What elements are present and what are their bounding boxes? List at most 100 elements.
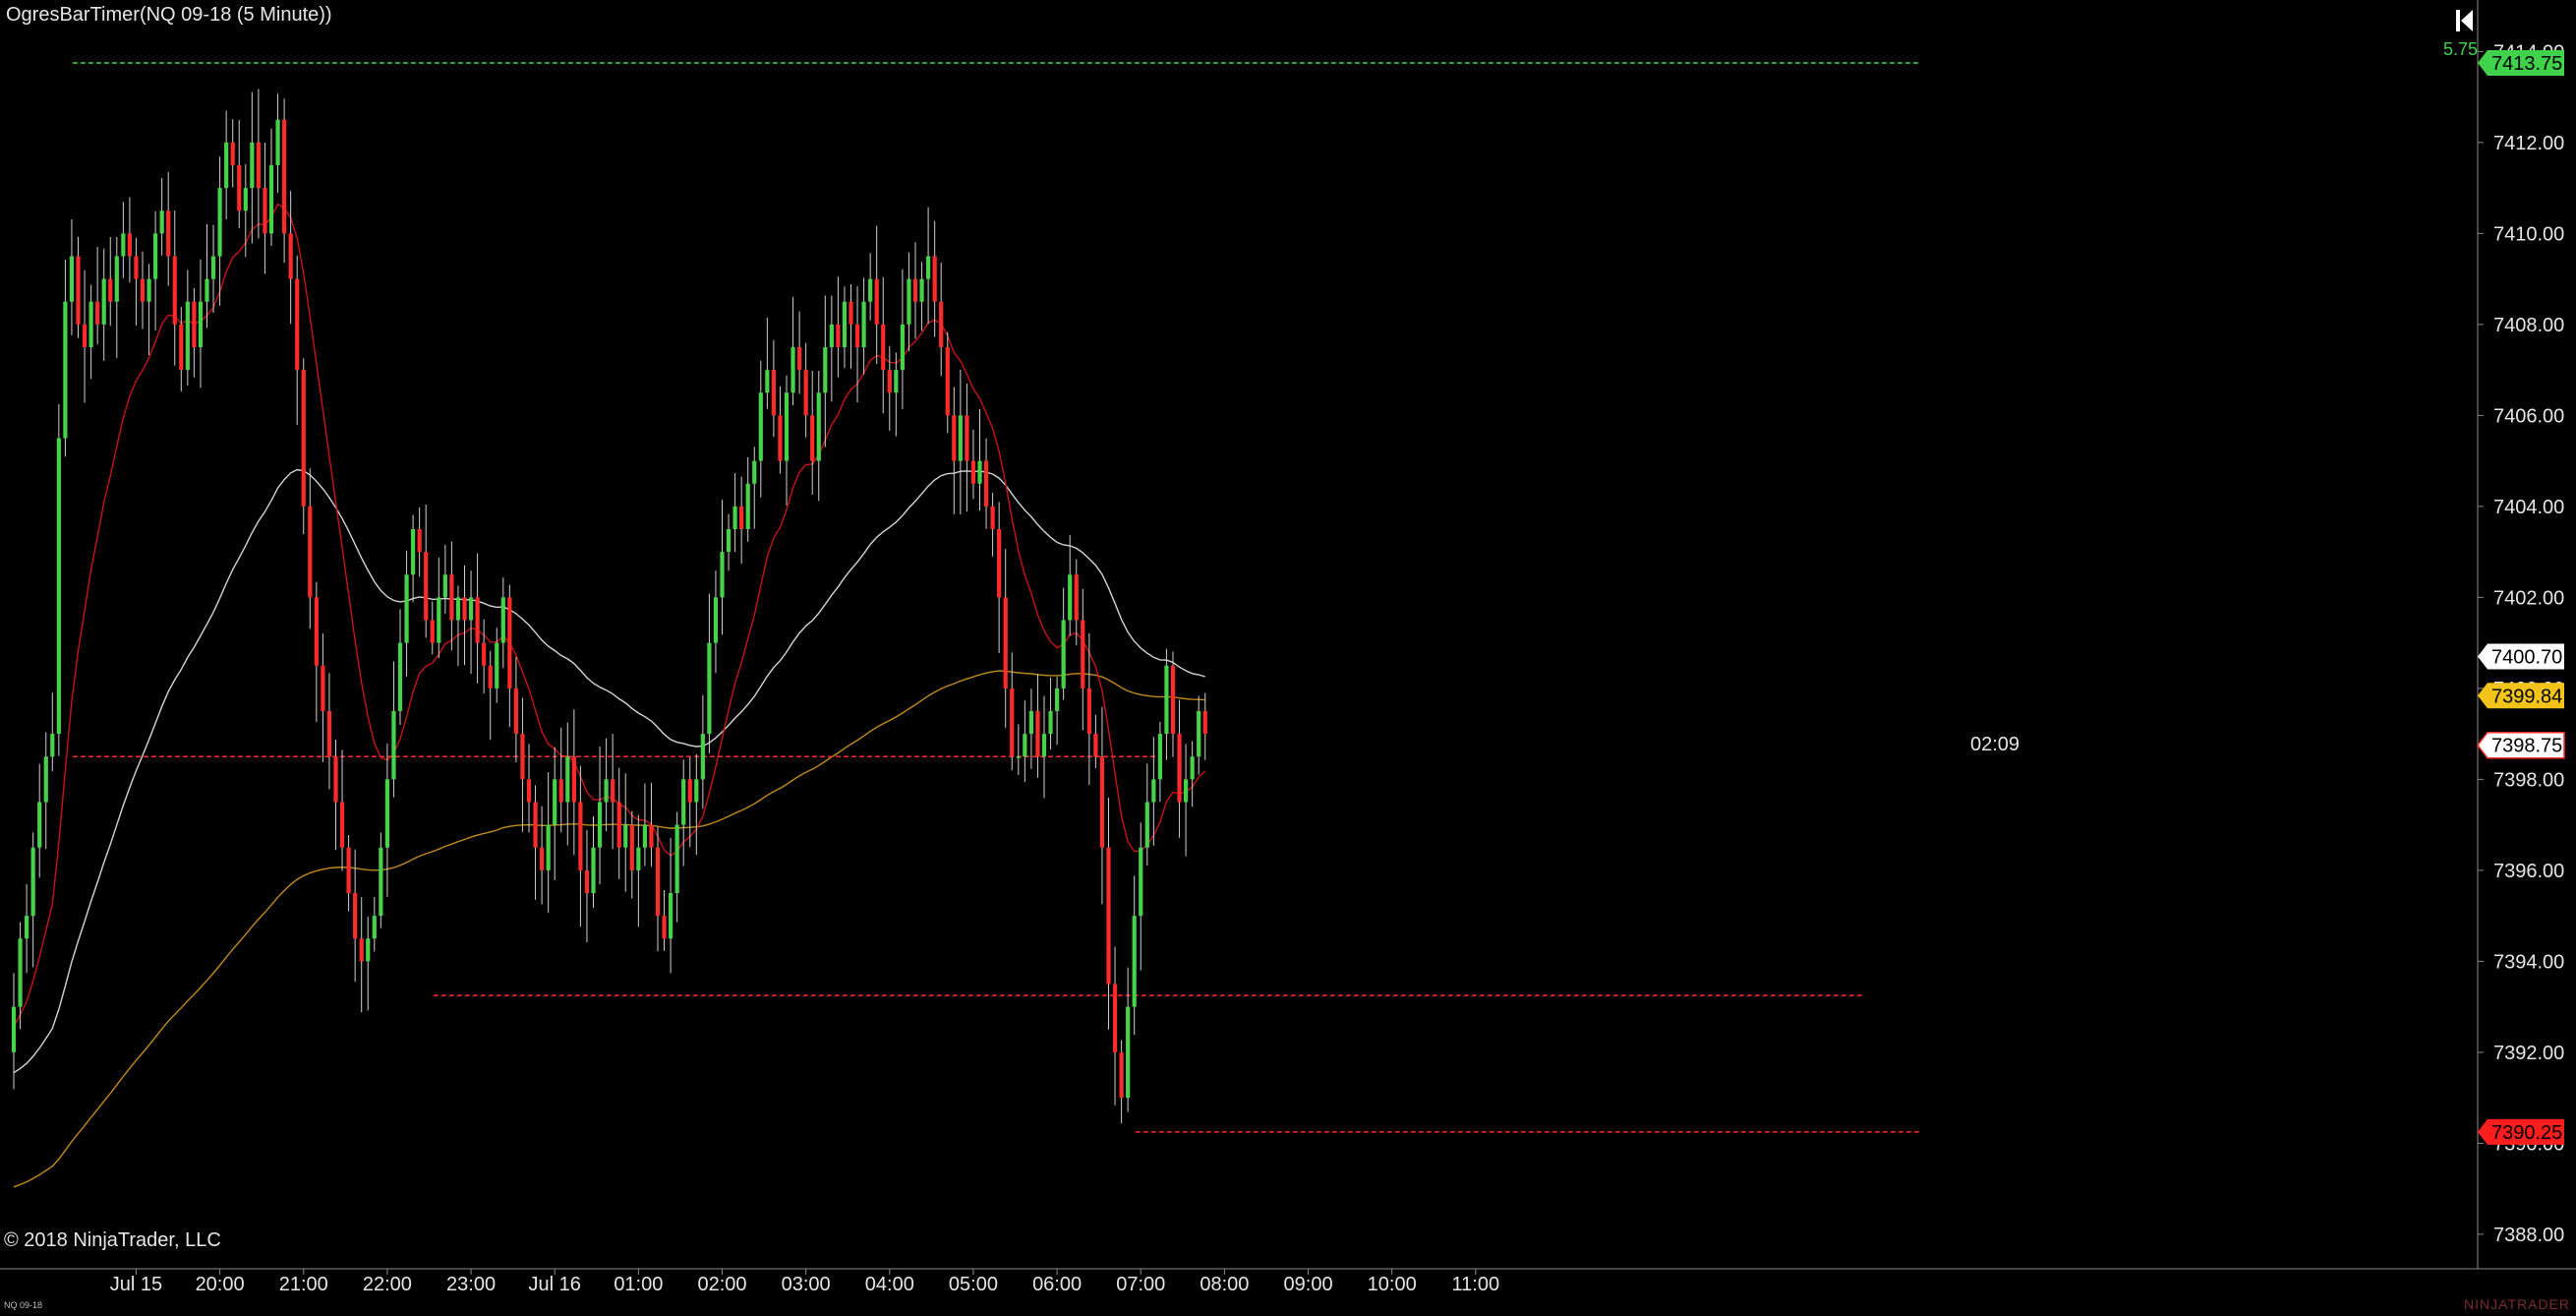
candle-up [224, 142, 229, 189]
candle-down [912, 278, 918, 302]
candle-up [861, 301, 866, 347]
candle-down [810, 415, 815, 461]
price-chart[interactable]: 7388.007390.007392.007394.007396.007398.… [0, 0, 2576, 1316]
candle-down [778, 415, 783, 461]
candle-up [217, 188, 222, 257]
candle-down [140, 278, 146, 302]
candle-down [282, 119, 287, 234]
candle-up [1061, 620, 1066, 688]
candle-down [540, 847, 545, 870]
candle-up [411, 529, 416, 575]
skip-to-start-icon[interactable] [2454, 8, 2476, 33]
candle-up [1190, 756, 1195, 780]
candle-down [571, 756, 576, 803]
candle-down [1003, 597, 1008, 688]
price-tick-label: 7404.00 [2493, 497, 2564, 518]
candle-down [1106, 847, 1111, 985]
time-tick-label: 03:00 [782, 1274, 831, 1295]
candle-down [359, 938, 364, 962]
session-low-label: 7390.25 [2491, 1122, 2562, 1144]
candle-up [146, 278, 151, 302]
candle-up [784, 392, 790, 461]
candle-up [11, 1006, 17, 1052]
candle-down [108, 278, 113, 302]
time-tick-label: 02:00 [697, 1274, 746, 1295]
candle-down [836, 324, 841, 347]
candle-down [76, 256, 81, 325]
candle-up [198, 301, 204, 347]
time-tick-label: 07:00 [1116, 1274, 1165, 1295]
ninjatrader-logo: NINJATRADER [2464, 1296, 2570, 1312]
candle-down [611, 779, 615, 803]
candle-up [1197, 711, 1201, 757]
candle-up [674, 824, 679, 893]
candle-down [1177, 734, 1182, 803]
time-tick-label: 10:00 [1368, 1274, 1417, 1295]
candle-up [25, 916, 29, 939]
candle-down [970, 460, 976, 484]
candle-up [669, 893, 673, 939]
price-tick-label: 7406.00 [2493, 405, 2564, 427]
candle-down [256, 142, 261, 189]
ema-slow-label: 7400.70 [2491, 647, 2562, 669]
instrument-tab-label: NQ 09-18 [4, 1300, 43, 1310]
candle-down [1074, 574, 1079, 621]
candle-down [301, 370, 306, 507]
candle-up [205, 278, 209, 302]
candle-up [758, 392, 763, 461]
candle-up [455, 597, 461, 621]
candle-down [488, 665, 493, 688]
candle-up [894, 370, 899, 393]
candle-up [1157, 734, 1162, 780]
candle-up [868, 278, 873, 302]
candle-down [482, 642, 487, 666]
candle-up [372, 916, 377, 939]
candle-up [919, 278, 924, 302]
candle-up [713, 597, 719, 643]
candle-down [1093, 734, 1098, 757]
candle-down [295, 278, 300, 371]
candle-down [803, 370, 808, 416]
candle-down [326, 711, 332, 757]
candle-up [745, 483, 750, 529]
candle-up [18, 938, 23, 1007]
candle-up [1055, 688, 1060, 711]
candle-down [424, 552, 429, 621]
candle-down [939, 301, 944, 347]
candle-up [159, 210, 164, 234]
candle-up [121, 233, 126, 257]
candle-down [513, 688, 518, 735]
candle-up [900, 324, 905, 371]
candle-up [700, 734, 705, 780]
candle-up [1041, 734, 1047, 757]
candle-up [153, 233, 158, 279]
candle-up [50, 734, 55, 757]
candle-down [881, 324, 886, 371]
candle-up [726, 529, 732, 553]
candle-down [82, 324, 88, 347]
price-tick-label: 7410.00 [2493, 223, 2564, 245]
candle-down [771, 370, 776, 416]
candle-up [720, 552, 725, 598]
candle-down [997, 529, 1002, 598]
candle-up [250, 142, 255, 189]
candle-down [584, 869, 590, 893]
candle-down [945, 347, 950, 416]
candle-up [752, 460, 757, 484]
candle-up [63, 301, 68, 439]
candle-up [816, 392, 821, 461]
candle-down [965, 415, 969, 461]
candle-down [314, 597, 319, 666]
candle-down [1119, 1051, 1124, 1099]
candle-down [687, 779, 692, 803]
candle-up [101, 278, 106, 325]
candle-down [230, 142, 235, 165]
candle-down [739, 506, 744, 529]
candle-up [636, 847, 641, 870]
candle-down [655, 847, 661, 917]
time-tick-label: 23:00 [446, 1274, 496, 1295]
time-tick-label: 04:00 [865, 1274, 914, 1295]
last-price-label: 7398.75 [2491, 736, 2562, 757]
candle-up [268, 165, 274, 234]
candle-down [578, 802, 583, 870]
